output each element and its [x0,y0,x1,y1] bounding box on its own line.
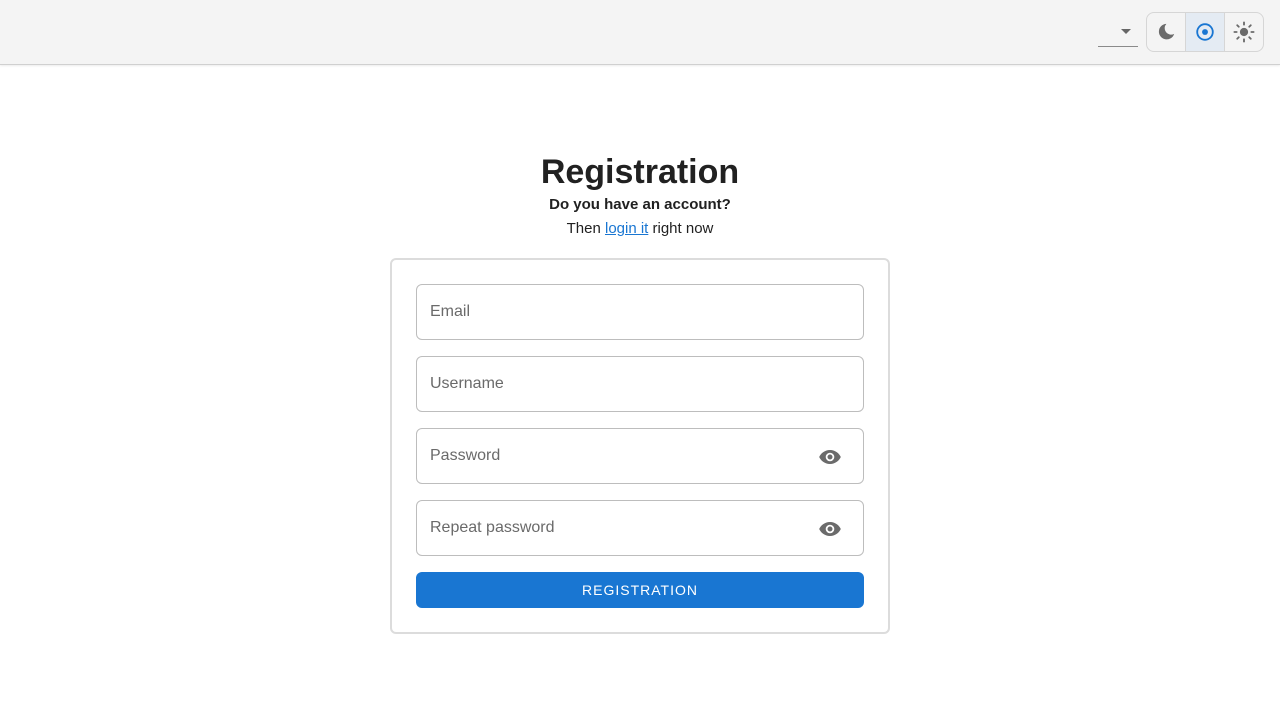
registration-button[interactable]: REGISTRATION [416,572,864,608]
repeat-password-field-container [416,500,864,556]
login-prompt: Then login it right now [0,216,1280,242]
account-question: Do you have an account? [549,196,731,213]
login-link[interactable]: login it [605,220,648,237]
password-field-container [416,428,864,484]
moon-icon [1158,23,1175,40]
sun-icon [1233,21,1255,43]
username-field-container [416,356,864,412]
eye-icon [819,522,841,536]
eye-icon [819,450,841,464]
repeat-password-visibility-toggle[interactable] [817,517,843,541]
registration-header: Registration Do you have an account? The… [0,150,1280,242]
login-suffix: right now [652,220,714,237]
login-prefix: Then [566,220,601,237]
top-app-bar [0,0,1280,65]
dark-theme-button[interactable] [1147,13,1186,51]
theme-toggle-group [1146,12,1264,52]
page-title: Registration [540,153,740,191]
username-field[interactable] [417,357,863,411]
email-field-container [416,284,864,340]
light-theme-button[interactable] [1225,13,1263,51]
password-field[interactable] [417,429,863,483]
email-field[interactable] [417,285,863,339]
password-visibility-toggle[interactable] [817,445,843,469]
radio-target-icon [1196,23,1214,41]
system-theme-button[interactable] [1186,13,1225,51]
language-select[interactable] [1098,18,1138,47]
chevron-down-icon [1121,29,1131,34]
repeat-password-field[interactable] [417,501,863,555]
registration-form-card: REGISTRATION [390,258,890,634]
